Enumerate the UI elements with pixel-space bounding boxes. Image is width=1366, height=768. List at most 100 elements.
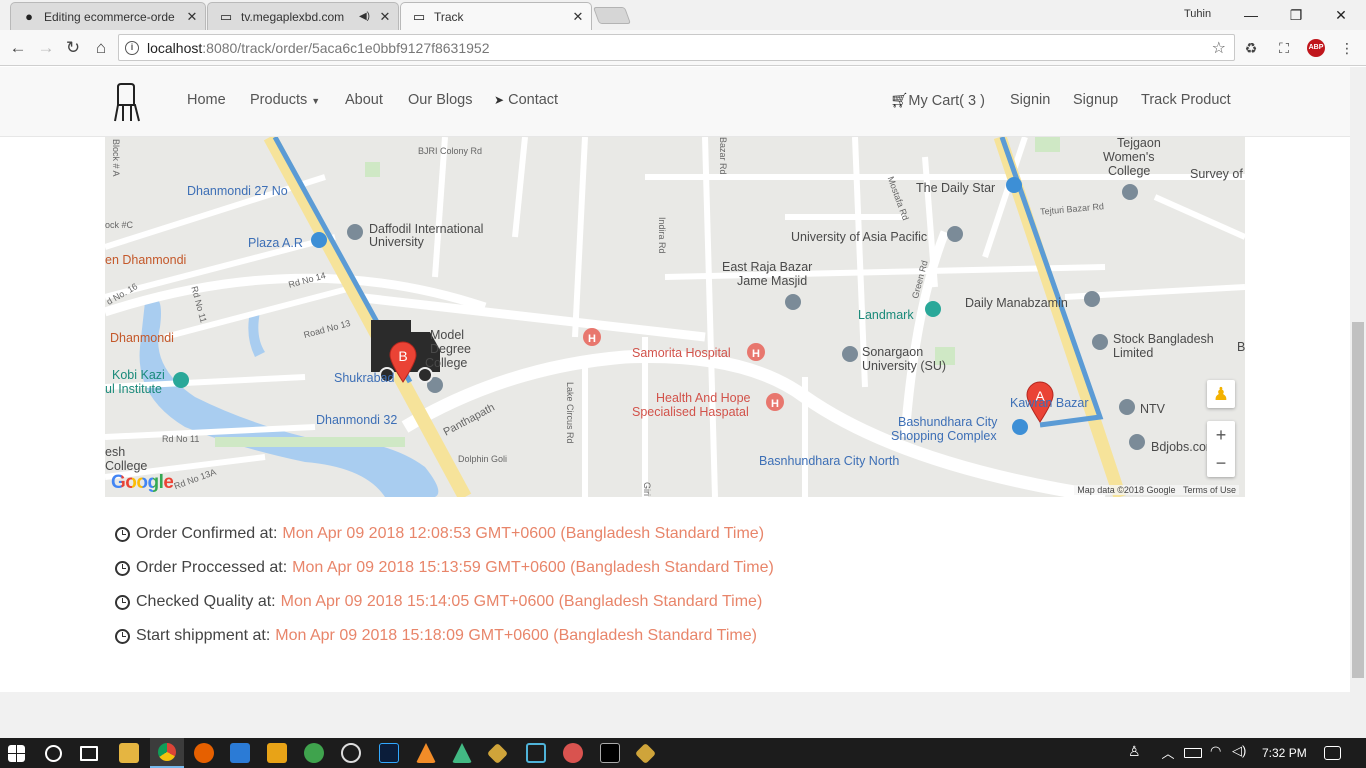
cortana-icon[interactable]	[45, 745, 62, 762]
bookmark-star-icon[interactable]: ☆	[1212, 38, 1226, 58]
windows-taskbar: ♙ ︿ ◠ ◁) 7:32 PM	[0, 738, 1366, 768]
map-label: Bashundhara City	[898, 415, 998, 429]
vscode-icon[interactable]	[230, 743, 250, 763]
zoom-out-button[interactable]: −	[1207, 449, 1235, 477]
browser-tab-strip: ● Editing ecommerce-orde ✕ ▭ tv.megaplex…	[0, 0, 1366, 30]
speaker-icon[interactable]: ◀)	[359, 11, 370, 22]
nav-products[interactable]: Products ▼	[250, 92, 320, 108]
nav-contact[interactable]: ➤ Contact	[494, 92, 558, 108]
address-bar[interactable]: i localhost:8080/track/order/5aca6c1e0bb…	[118, 34, 1235, 61]
close-icon[interactable]: ✕	[571, 9, 585, 25]
nav-home[interactable]: Home	[187, 92, 226, 108]
recycle-extension-icon[interactable]: ♻	[1242, 39, 1260, 57]
street-view-pegman-icon[interactable]: ♟	[1207, 380, 1235, 408]
nav-track-product[interactable]: Track Product	[1141, 92, 1231, 108]
people-icon[interactable]: ♙	[1128, 743, 1148, 763]
map-label: Tejgaon	[1117, 137, 1161, 150]
close-window-icon[interactable]: ✕	[1326, 4, 1356, 26]
profile-name[interactable]: Tuhin	[1184, 8, 1211, 20]
new-tab-button[interactable]	[592, 7, 632, 24]
volume-icon[interactable]: ◁)	[1232, 743, 1252, 763]
battery-icon[interactable]	[1184, 748, 1202, 758]
browser-toolbar: ← → ↻ ⌂ i localhost:8080/track/order/5ac…	[0, 30, 1366, 66]
tab-track[interactable]: ▭ Track ✕	[400, 2, 592, 30]
chrome-taskbar-button[interactable]	[150, 738, 184, 768]
adblock-icon[interactable]: ABP	[1307, 39, 1325, 57]
map-label: NTV	[1140, 402, 1165, 416]
landmark-icon	[925, 301, 941, 317]
tab-title: tv.megaplexbd.com	[241, 9, 345, 24]
restore-icon[interactable]: ❐	[1281, 4, 1311, 26]
map-label: Shopping Complex	[891, 429, 997, 443]
map-label: esh	[105, 445, 126, 459]
zoom-in-button[interactable]: +	[1207, 421, 1235, 449]
task-view-icon[interactable]	[80, 746, 98, 761]
shopping-icon	[311, 232, 327, 248]
svg-text:H: H	[752, 348, 760, 360]
close-icon[interactable]: ✕	[378, 9, 392, 25]
scrollbar-thumb[interactable]	[1352, 322, 1364, 678]
info-icon[interactable]: i	[125, 40, 139, 55]
nav-signin[interactable]: Signin	[1010, 92, 1050, 108]
museum-icon	[173, 372, 189, 388]
screen-capture-icon[interactable]: ⛶	[1275, 39, 1293, 57]
forward-arrow-icon[interactable]: →	[36, 38, 56, 58]
close-icon[interactable]: ✕	[185, 9, 199, 25]
app-icon[interactable]	[486, 742, 509, 765]
taskbar-clock[interactable]: 7:32 PM	[1262, 746, 1307, 760]
status-label: Checked Quality at:	[136, 593, 276, 610]
app-icon[interactable]	[526, 743, 546, 763]
map-label: Basnhundhara City North	[759, 454, 900, 468]
caret-down-icon: ▼	[311, 96, 321, 106]
clock-icon	[115, 594, 130, 610]
google-wordmark: Google	[111, 472, 174, 493]
app-icon[interactable]	[304, 743, 324, 763]
map-label: Health And Hope	[656, 391, 751, 405]
vlc-icon[interactable]	[416, 743, 436, 763]
svg-text:H: H	[771, 398, 779, 410]
home-icon[interactable]: ⌂	[91, 38, 111, 58]
status-row-shipment: Start shippment at: Mon Apr 09 2018 15:1…	[115, 619, 774, 653]
photoshop-icon[interactable]	[379, 743, 399, 763]
app-icon[interactable]	[452, 743, 472, 763]
clock-icon	[115, 628, 130, 644]
map-label: Model	[430, 328, 465, 342]
windows-start-icon[interactable]	[8, 745, 25, 762]
street-label: Rd No 11	[162, 434, 200, 444]
map-label: Kawran Bazar	[1010, 396, 1089, 410]
command-prompt-icon[interactable]	[600, 743, 620, 763]
nav-cart[interactable]: 🛒︎My Cart( 3 )	[890, 92, 985, 109]
file-explorer-icon[interactable]	[119, 743, 139, 763]
page-icon: ▭	[219, 8, 233, 24]
reload-icon[interactable]: ↻	[63, 38, 83, 58]
nav-about[interactable]: About	[345, 92, 383, 108]
street-label: ock #C	[105, 220, 134, 230]
nav-contact-label: Contact	[508, 92, 559, 108]
map-label: en Dhanmondi	[105, 253, 187, 267]
map-label: Daily Manabzamin	[965, 296, 1068, 310]
github-desktop-icon[interactable]	[341, 743, 361, 763]
map-label: Degree	[430, 342, 471, 356]
terms-link[interactable]: Terms of Use	[1183, 485, 1236, 495]
nav-blogs[interactable]: Our Blogs	[408, 92, 472, 108]
git-icon[interactable]	[634, 742, 657, 765]
chrome-menu-icon[interactable]: ⋮	[1338, 39, 1356, 57]
sublime-icon[interactable]	[267, 743, 287, 763]
tracking-map[interactable]: H H H A B Dhanmondi 27 No Plaza A.R Daff…	[105, 137, 1245, 497]
notifications-icon[interactable]	[1324, 746, 1341, 760]
tab-megaplex[interactable]: ▭ tv.megaplexbd.com ◀) ✕	[207, 2, 399, 30]
pin-icon	[1084, 291, 1100, 307]
back-arrow-icon[interactable]: ←	[8, 38, 28, 58]
map-label: Landmark	[858, 308, 914, 322]
status-time: Mon Apr 09 2018 15:18:09 GMT+0600 (Bangl…	[275, 627, 757, 644]
firefox-icon[interactable]	[194, 743, 214, 763]
tab-github[interactable]: ● Editing ecommerce-orde ✕	[10, 2, 206, 30]
app-icon[interactable]	[563, 743, 583, 763]
wifi-icon[interactable]: ◠	[1210, 743, 1230, 763]
minimize-icon[interactable]: —	[1236, 4, 1266, 26]
chevron-up-icon[interactable]: ︿	[1158, 743, 1178, 763]
hospital-icon: H	[766, 393, 784, 411]
url-path: :8080/track/order/5aca6c1e0bbf9127f86319…	[202, 39, 490, 56]
chair-logo-icon[interactable]	[111, 83, 143, 123]
nav-signup[interactable]: Signup	[1073, 92, 1118, 108]
